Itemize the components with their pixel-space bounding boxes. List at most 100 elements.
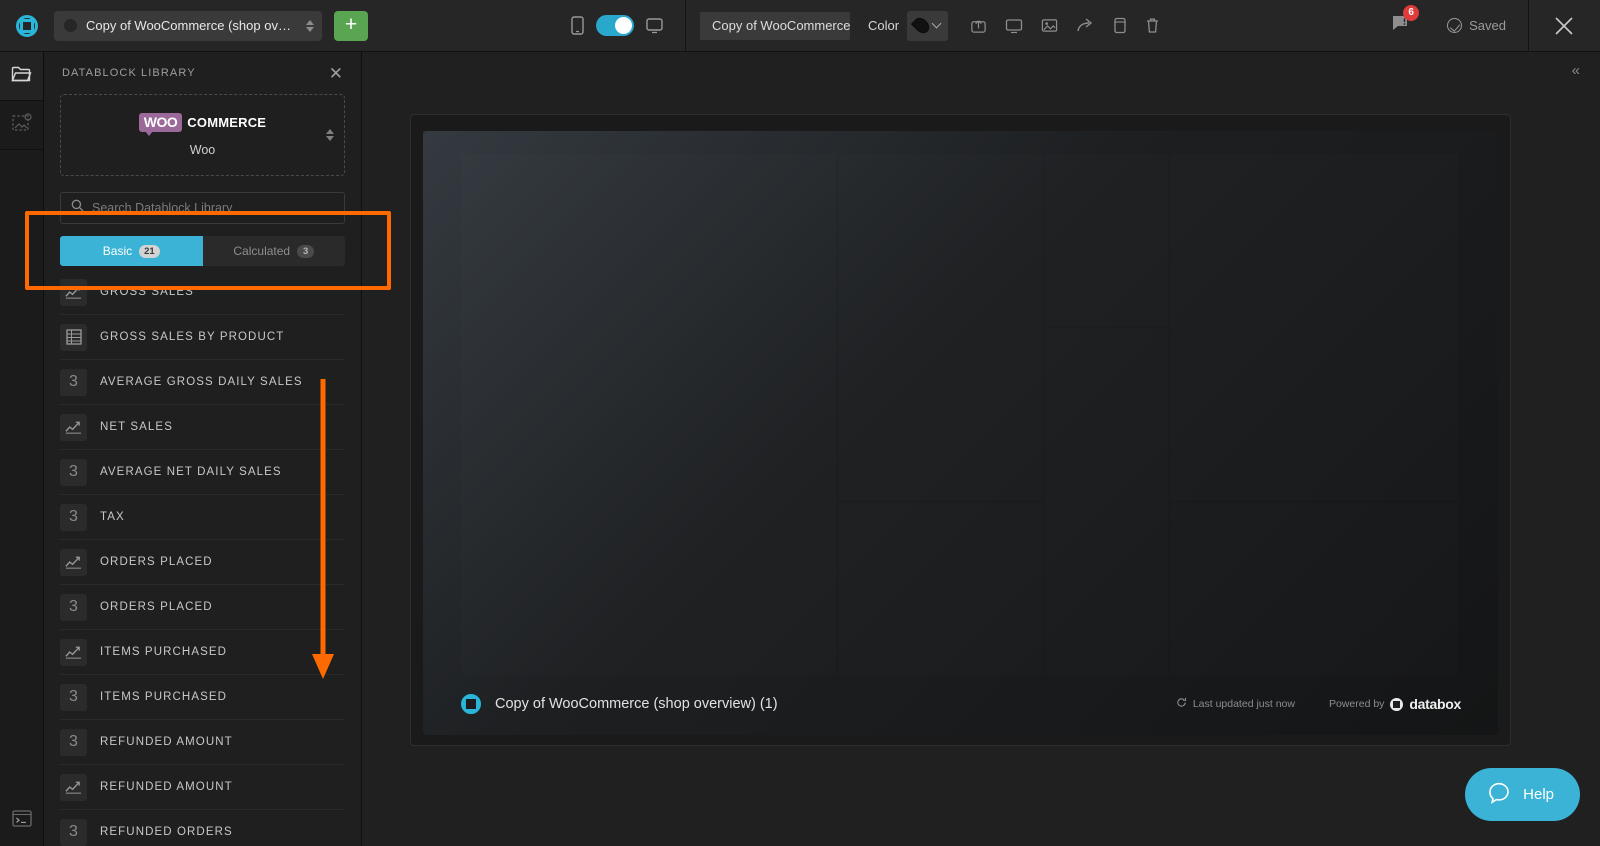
datablock-library-icon	[11, 65, 32, 88]
board-canvas[interactable]: Copy of WooCommerce (shop overview) (1) …	[423, 131, 1498, 735]
datablock-row[interactable]: ORDERS PLACED	[60, 540, 345, 585]
datablock-row[interactable]: 3 ORDERS PLACED	[60, 585, 345, 630]
number-icon: 3	[60, 368, 87, 396]
tab-basic-label: Basic	[102, 244, 133, 258]
tab-calculated-label: Calculated	[233, 244, 291, 258]
tab-basic[interactable]: Basic 21	[60, 236, 203, 266]
rail-item-datablock-library[interactable]	[0, 52, 43, 100]
board-preview-frame: Copy of WooCommerce (shop overview) (1) …	[410, 114, 1511, 746]
number-icon: 3	[60, 458, 87, 486]
chevron-updown-icon	[306, 19, 314, 32]
app-root: Copy of WooCommerce (shop overv… + Copy …	[0, 0, 1600, 846]
saved-status: Saved	[1425, 18, 1528, 33]
datablock-row[interactable]: GROSS SALES	[60, 270, 345, 315]
mobile-icon[interactable]	[571, 16, 584, 35]
desktop-icon[interactable]	[646, 17, 663, 34]
board-grid	[461, 154, 1461, 675]
board-cell[interactable]	[1045, 329, 1168, 675]
table-icon	[60, 323, 87, 351]
top-toolbar: Copy of WooCommerce (shop overv… + Copy …	[0, 0, 1600, 52]
number-icon: 3	[60, 818, 87, 846]
number-icon: 3	[60, 683, 87, 711]
datablock-row[interactable]: ITEMS PURCHASED	[60, 630, 345, 675]
datablock-row[interactable]: REFUNDED AMOUNT	[60, 765, 345, 810]
collapse-panel-icon[interactable]: «	[1572, 62, 1580, 79]
line-chart-icon	[60, 413, 87, 441]
color-picker[interactable]	[907, 10, 949, 41]
notifications-button[interactable]: 6	[1377, 4, 1425, 38]
datablock-row[interactable]: 3 REFUNDED AMOUNT	[60, 720, 345, 765]
export-icon[interactable]	[970, 17, 987, 34]
board-footer-right: Last updated just now Powered by databox	[1176, 696, 1461, 712]
databox-logo-icon[interactable]	[0, 14, 54, 37]
datablock-row[interactable]: 3 ITEMS PURCHASED	[60, 675, 345, 720]
delete-icon[interactable]	[1145, 17, 1160, 34]
add-button[interactable]: +	[334, 10, 368, 41]
datablock-row-label: REFUNDED AMOUNT	[100, 736, 233, 748]
board-cell[interactable]	[461, 154, 836, 675]
datablock-row-label: AVERAGE NET DAILY SALES	[100, 466, 282, 478]
datablock-row[interactable]: 3 AVERAGE NET DAILY SALES	[60, 450, 345, 495]
share-icon[interactable]	[1076, 17, 1094, 34]
refresh-icon	[1176, 697, 1187, 711]
help-button[interactable]: Help	[1465, 768, 1580, 821]
datablock-row-label: ITEMS PURCHASED	[100, 646, 228, 658]
datablock-row-label: GROSS SALES	[100, 286, 194, 298]
board-cell[interactable]	[839, 154, 1042, 500]
tab-calculated[interactable]: Calculated 3	[202, 236, 345, 266]
board-cell[interactable]	[1045, 154, 1168, 326]
duplicate-icon[interactable]	[1112, 17, 1127, 34]
help-chat-icon	[1487, 781, 1511, 809]
datasource-name: Woo	[189, 143, 216, 157]
datablock-list[interactable]: GROSS SALES GROSS SALES BY PRODUCT 3 AVERAG…	[44, 270, 361, 846]
datablock-row-label: NET SALES	[100, 421, 173, 433]
datablock-row[interactable]: NET SALES	[60, 405, 345, 450]
datasource-selector[interactable]: WOO COMMERCE Woo	[60, 94, 345, 176]
present-icon[interactable]	[1005, 18, 1023, 34]
last-updated-label: Last updated just now	[1192, 698, 1295, 710]
search-datablock-field[interactable]	[60, 192, 345, 224]
console-icon[interactable]	[11, 810, 32, 832]
board-cell[interactable]	[839, 503, 1042, 675]
board-selector[interactable]: Copy of WooCommerce (shop overv…	[54, 10, 322, 41]
panel-close-icon[interactable]: ✕	[329, 65, 343, 82]
status-dot	[64, 19, 77, 32]
line-chart-icon	[60, 278, 87, 306]
context-title[interactable]: Copy of WooCommerce (	[700, 11, 851, 40]
tab-calculated-count: 3	[297, 244, 315, 258]
board-title: Copy of WooCommerce (shop overview) (1)	[495, 696, 778, 712]
image-icon[interactable]	[1041, 18, 1058, 33]
device-toggle-group	[571, 15, 685, 36]
datablock-row[interactable]: 3 REFUNDED ORDERS	[60, 810, 345, 846]
search-icon	[71, 199, 84, 217]
datablock-row-label: REFUNDED AMOUNT	[100, 781, 233, 793]
datablock-row[interactable]: 3 TAX	[60, 495, 345, 540]
rail-item-add-image[interactable]	[0, 101, 43, 149]
saved-label: Saved	[1469, 18, 1506, 33]
search-input[interactable]	[92, 201, 334, 215]
device-toggle[interactable]	[596, 15, 635, 36]
datasource-chevron-updown-icon	[326, 129, 334, 141]
datablock-row-label: AVERAGE GROSS DAILY SALES	[100, 376, 303, 388]
toolbar-center: Copy of WooCommerce ( Color	[571, 0, 1174, 52]
last-updated: Last updated just now	[1176, 697, 1295, 711]
toolbar-right: 6 Saved	[1377, 0, 1600, 52]
board-cell[interactable]	[1171, 154, 1458, 500]
left-rail	[0, 52, 44, 846]
close-button[interactable]	[1527, 0, 1600, 52]
board-cell[interactable]	[1171, 503, 1458, 675]
canvas-area: « Copy of WooCommerce (shop overview) (1…	[362, 52, 1600, 846]
check-circle-icon	[1447, 18, 1463, 33]
line-chart-icon	[60, 548, 87, 576]
datablock-row-label: TAX	[100, 511, 125, 523]
number-icon: 3	[60, 728, 87, 756]
context-group: Copy of WooCommerce ( Color	[686, 10, 1174, 41]
datablock-tabs: Basic 21 Calculated 3	[60, 236, 345, 266]
board-logo-icon	[461, 694, 481, 714]
notification-badge: 6	[1403, 4, 1420, 21]
help-label: Help	[1523, 786, 1554, 803]
chevron-down-icon	[931, 18, 942, 29]
rail-bottom	[0, 810, 43, 832]
datablock-row[interactable]: 3 AVERAGE GROSS DAILY SALES	[60, 360, 345, 405]
datablock-row[interactable]: GROSS SALES BY PRODUCT	[60, 315, 345, 360]
